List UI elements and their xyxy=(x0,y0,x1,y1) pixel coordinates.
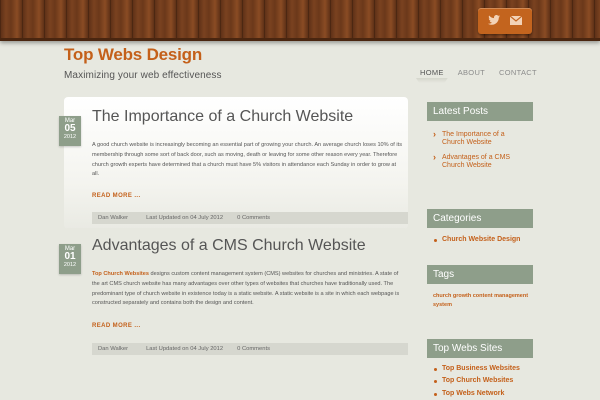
post-date: Mar 01 2012 xyxy=(59,244,81,274)
categories-heading: Categories xyxy=(427,209,533,228)
latest-posts-heading: Latest Posts xyxy=(427,102,533,121)
post-advantages: Mar 01 2012 Advantages of a CMS Church W… xyxy=(59,228,408,358)
top-webs-sites-list: Top Business Websites Top Church Website… xyxy=(433,365,543,398)
site-tagline: Maximizing your web effectiveness xyxy=(64,70,222,81)
date-day: 01 xyxy=(64,251,76,262)
read-more-link[interactable]: READ MORE ... xyxy=(92,193,141,199)
date-day: 05 xyxy=(64,123,76,134)
post-importance: Mar 05 2012 The Importance of a Church W… xyxy=(59,97,408,229)
post-meta: Dan Walker Last Updated on 04 July 2012 … xyxy=(92,343,408,355)
site-link-item[interactable]: Top Church Websites xyxy=(433,377,543,385)
date-year: 2012 xyxy=(63,134,77,140)
latest-post-item[interactable]: Advantages of a CMS Church Website xyxy=(433,153,523,171)
post-title-main: of a CMS Church Website xyxy=(176,237,366,254)
post-title[interactable]: The Importance of a Church Website xyxy=(92,108,353,126)
nav-about[interactable]: ABOUT xyxy=(458,68,485,77)
site-link-item[interactable]: Top Business Websites xyxy=(433,365,543,373)
post-title-pre: Advantages xyxy=(92,237,177,254)
header-edge xyxy=(0,38,600,41)
post-updated: Last Updated on 04 July 2012 xyxy=(146,215,224,221)
latest-posts-list: The Importance of a Church Website Advan… xyxy=(433,130,523,171)
category-item[interactable]: Church Website Design xyxy=(433,236,533,244)
post-meta: Dan Walker Last Updated on 04 July 2012 … xyxy=(92,212,408,224)
latest-post-item[interactable]: The Importance of a Church Website xyxy=(433,130,523,148)
tag-cloud[interactable]: church growth content management system xyxy=(433,292,533,310)
read-more-link[interactable]: READ MORE ... xyxy=(92,323,141,329)
post-title[interactable]: Advantages of a CMS Church Website xyxy=(92,237,366,255)
post-comments[interactable]: 0 Comments xyxy=(237,215,270,221)
post-title-pre: The xyxy=(92,108,125,125)
categories-list: Church Website Design xyxy=(433,236,533,244)
post-updated: Last Updated on 04 July 2012 xyxy=(146,346,224,352)
twitter-icon[interactable] xyxy=(488,12,500,30)
tags-heading: Tags xyxy=(427,265,533,284)
post-author[interactable]: Dan Walker xyxy=(98,346,128,352)
site-link-item[interactable]: Top Webs Network xyxy=(433,390,543,398)
post-highlight-link[interactable]: Top Church Websites xyxy=(92,271,149,277)
main-nav: HOME ABOUT CONTACT xyxy=(420,68,551,77)
post-comments[interactable]: 0 Comments xyxy=(237,346,270,352)
nav-home[interactable]: HOME xyxy=(420,68,444,77)
nav-contact[interactable]: CONTACT xyxy=(499,68,537,77)
post-date: Mar 05 2012 xyxy=(59,116,81,146)
post-excerpt: Top Church Websites designs custom conte… xyxy=(92,270,404,309)
social-links xyxy=(478,8,532,34)
top-webs-sites-heading: Top Webs Sites xyxy=(427,339,533,358)
post-excerpt: A good church website is increasingly be… xyxy=(92,142,403,178)
site-title[interactable]: Top Webs Design xyxy=(64,45,202,65)
date-year: 2012 xyxy=(63,262,77,268)
post-title-main: Importance of a Church Website xyxy=(124,108,354,125)
post-author[interactable]: Dan Walker xyxy=(98,215,128,221)
mail-icon[interactable] xyxy=(509,12,523,30)
